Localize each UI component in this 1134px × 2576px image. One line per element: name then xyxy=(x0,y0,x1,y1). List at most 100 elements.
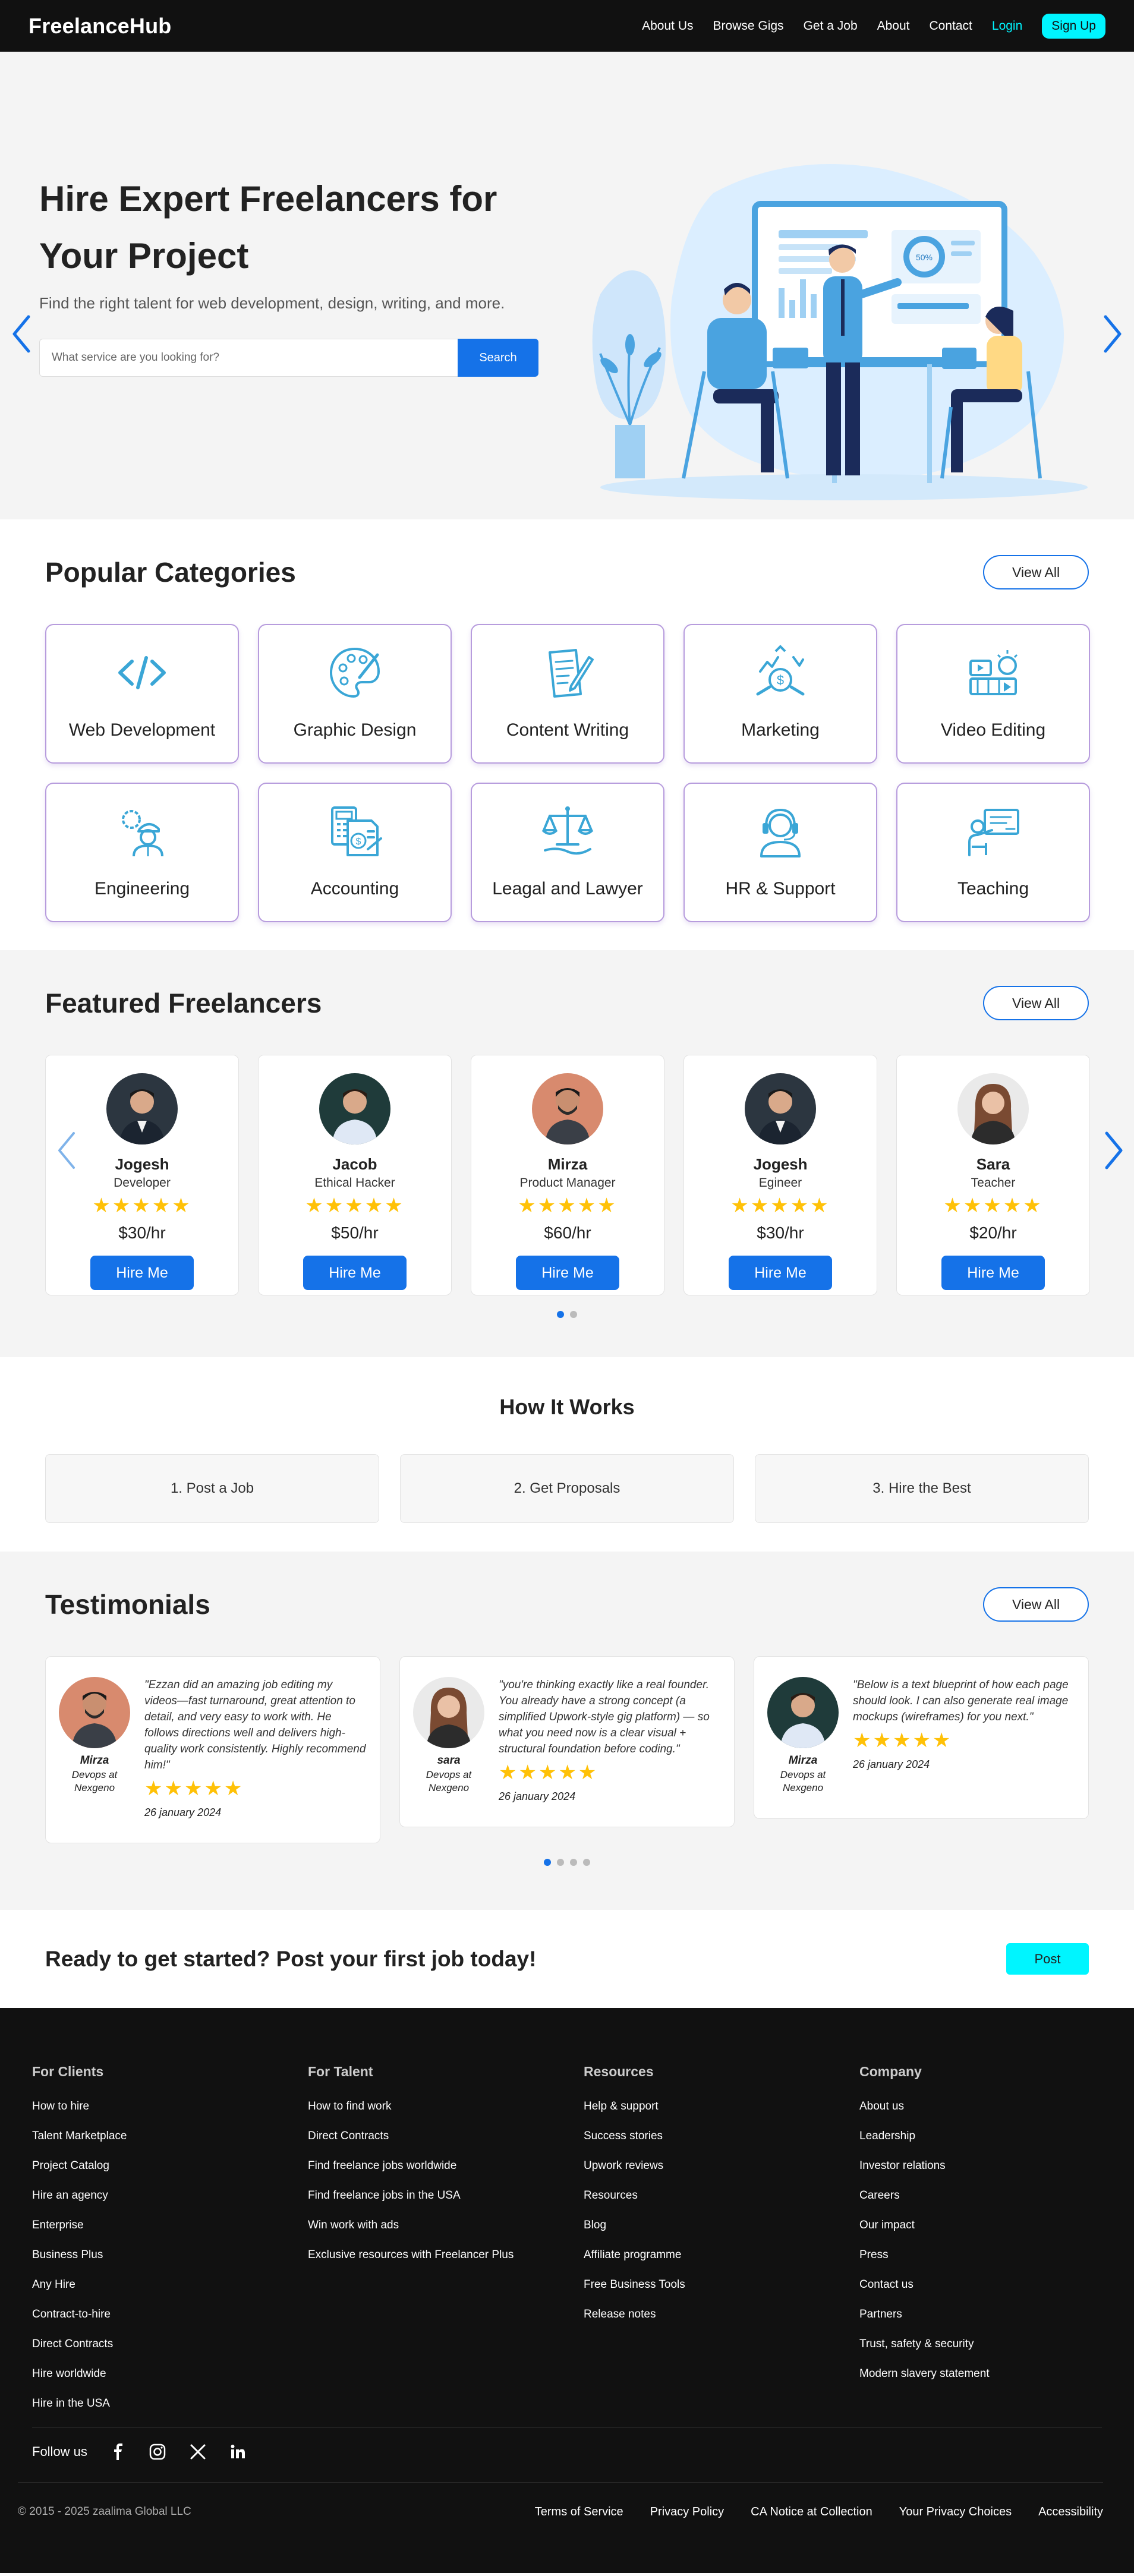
brand-logo[interactable]: FreelanceHub xyxy=(29,14,171,39)
footer-link[interactable]: Success stories xyxy=(584,2130,859,2143)
footer-column-talent: For Talent How to find work Direct Contr… xyxy=(308,2064,584,2427)
footer-link[interactable]: Investor relations xyxy=(859,2159,1134,2173)
x-icon[interactable] xyxy=(190,2443,206,2460)
featured-view-all-button[interactable]: View All xyxy=(983,986,1089,1020)
category-card-content-writing[interactable]: Content Writing xyxy=(471,624,664,764)
nav-link-get-a-job[interactable]: Get a Job xyxy=(804,19,858,33)
facebook-icon[interactable] xyxy=(111,2443,125,2460)
footer-link[interactable]: Resources xyxy=(584,2189,859,2202)
categories-title: Popular Categories xyxy=(45,557,296,588)
category-card-legal[interactable]: Leagal and Lawyer xyxy=(471,783,664,922)
nav-link-contact[interactable]: Contact xyxy=(930,19,972,33)
instagram-icon[interactable] xyxy=(149,2443,166,2460)
category-card-accounting[interactable]: $ Accounting xyxy=(258,783,452,922)
footer-link[interactable]: Hire in the USA xyxy=(32,2397,308,2410)
testimonial-body: "Below is a text blueprint of how each p… xyxy=(853,1677,1076,1795)
featured-header: Featured Freelancers View All xyxy=(45,986,1089,1020)
footer-link[interactable]: Find freelance jobs in the USA xyxy=(308,2189,584,2202)
carousel-dot[interactable] xyxy=(570,1859,577,1866)
legal-link-ca-notice[interactable]: CA Notice at Collection xyxy=(751,2505,872,2519)
category-card-video-editing[interactable]: Video Editing xyxy=(896,624,1090,764)
category-card-engineering[interactable]: Engineering xyxy=(45,783,239,922)
linkedin-icon[interactable] xyxy=(230,2444,245,2460)
rating-stars: ★★★★★ xyxy=(853,1729,953,1752)
footer-link[interactable]: Contract-to-hire xyxy=(32,2308,308,2321)
avatar xyxy=(532,1073,603,1144)
teacher-icon xyxy=(965,802,1022,861)
nav-link-about[interactable]: About xyxy=(877,19,910,33)
footer-link[interactable]: Business Plus xyxy=(32,2249,308,2262)
category-card-teaching[interactable]: Teaching xyxy=(896,783,1090,922)
footer-link[interactable]: Careers xyxy=(859,2189,1134,2202)
hire-me-button[interactable]: Hire Me xyxy=(941,1256,1045,1290)
footer-link[interactable]: Hire worldwide xyxy=(32,2367,308,2380)
footer-link[interactable]: Release notes xyxy=(584,2308,859,2321)
footer-link[interactable]: Partners xyxy=(859,2308,1134,2321)
footer-link[interactable]: Press xyxy=(859,2249,1134,2262)
hire-me-button[interactable]: Hire Me xyxy=(303,1256,407,1290)
carousel-dot[interactable] xyxy=(570,1311,577,1318)
testimonial-role: Devops at Nexgeno xyxy=(780,1769,826,1793)
scales-icon xyxy=(539,802,596,861)
footer-link[interactable]: Talent Marketplace xyxy=(32,2130,308,2143)
signup-button[interactable]: Sign Up xyxy=(1042,13,1105,39)
search-button[interactable]: Search xyxy=(458,339,538,377)
footer-link[interactable]: Leadership xyxy=(859,2130,1134,2143)
chevron-right-icon[interactable] xyxy=(1102,1130,1126,1171)
legal-link-privacy-choices[interactable]: Your Privacy Choices xyxy=(899,2505,1012,2519)
carousel-dot[interactable] xyxy=(557,1859,564,1866)
category-card-marketing[interactable]: $ Marketing xyxy=(683,624,877,764)
hire-me-button[interactable]: Hire Me xyxy=(729,1256,832,1290)
footer-column-title: Company xyxy=(859,2064,922,2079)
footer-link[interactable]: Our impact xyxy=(859,2219,1134,2232)
category-card-hr-support[interactable]: HR & Support xyxy=(683,783,877,922)
legal-link-terms[interactable]: Terms of Service xyxy=(535,2505,623,2519)
footer-link[interactable]: Help & support xyxy=(584,2100,859,2113)
footer-link[interactable]: Free Business Tools xyxy=(584,2278,859,2291)
footer-link[interactable]: Exclusive resources with Freelancer Plus xyxy=(308,2249,584,2262)
footer-link[interactable]: Project Catalog xyxy=(32,2159,308,2173)
login-link[interactable]: Login xyxy=(992,19,1022,33)
carousel-dot[interactable] xyxy=(557,1311,564,1318)
chevron-left-icon[interactable] xyxy=(55,1130,78,1171)
category-card-web-development[interactable]: Web Development xyxy=(45,624,239,764)
legal-link-accessibility[interactable]: Accessibility xyxy=(1038,2505,1103,2519)
footer-link[interactable]: How to find work xyxy=(308,2100,584,2113)
chevron-right-icon[interactable] xyxy=(1101,313,1124,355)
footer-link[interactable]: How to hire xyxy=(32,2100,308,2113)
testimonials-section: Testimonials View All Mirza Devops at Ne… xyxy=(0,1552,1134,1910)
footer-link[interactable]: Upwork reviews xyxy=(584,2159,859,2173)
nav-link-about-us[interactable]: About Us xyxy=(642,19,693,33)
footer-link[interactable]: Blog xyxy=(584,2219,859,2232)
carousel-dot[interactable] xyxy=(583,1859,590,1866)
footer-link[interactable]: Any Hire xyxy=(32,2278,308,2291)
hire-me-button[interactable]: Hire Me xyxy=(90,1256,194,1290)
chevron-left-icon[interactable] xyxy=(10,313,33,355)
footer-link[interactable]: Contact us xyxy=(859,2278,1134,2291)
nav-link-browse-gigs[interactable]: Browse Gigs xyxy=(713,19,784,33)
footer-link[interactable]: Hire an agency xyxy=(32,2189,308,2202)
hire-me-button[interactable]: Hire Me xyxy=(516,1256,619,1290)
footer-link[interactable]: Affiliate programme xyxy=(584,2249,859,2262)
avatar xyxy=(767,1677,839,1748)
footer-link[interactable]: Direct Contracts xyxy=(32,2338,308,2351)
footer-link[interactable]: Enterprise xyxy=(32,2219,308,2232)
footer-link[interactable]: Trust, safety & security xyxy=(859,2338,1134,2351)
categories-view-all-button[interactable]: View All xyxy=(983,555,1089,589)
footer-column-title: For Talent xyxy=(308,2064,373,2079)
carousel-dot[interactable] xyxy=(544,1859,551,1866)
headset-icon xyxy=(752,802,809,861)
footer-link[interactable]: Modern slavery statement xyxy=(859,2367,1134,2380)
category-card-graphic-design[interactable]: Graphic Design xyxy=(258,624,452,764)
legal-link-privacy[interactable]: Privacy Policy xyxy=(650,2505,724,2519)
footer-link[interactable]: About us xyxy=(859,2100,1134,2113)
search-input[interactable] xyxy=(39,339,458,377)
footer-link[interactable]: Direct Contracts xyxy=(308,2130,584,2143)
testimonials-view-all-button[interactable]: View All xyxy=(983,1587,1089,1622)
footer-link[interactable]: Find freelance jobs worldwide xyxy=(308,2159,584,2173)
category-label: Accounting xyxy=(310,879,399,898)
post-job-button[interactable]: Post xyxy=(1006,1943,1089,1975)
testimonial-author: Mirza Devops at Nexgeno xyxy=(765,1677,841,1795)
footer-link[interactable]: Win work with ads xyxy=(308,2219,584,2232)
categories-section: Popular Categories View All Web Developm… xyxy=(0,519,1134,950)
